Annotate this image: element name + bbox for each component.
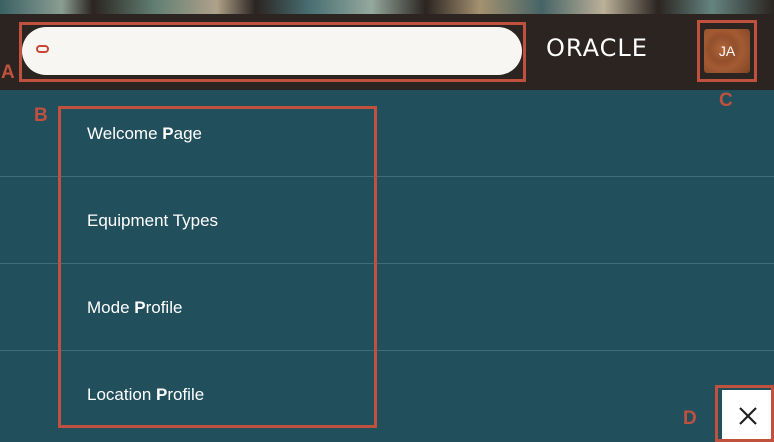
nav-item-mode-profile[interactable]: Mode Profile [0, 264, 774, 351]
user-avatar[interactable]: JA [704, 29, 750, 73]
annotation-label-a: A [1, 62, 15, 83]
search-input[interactable] [62, 35, 506, 69]
close-icon [739, 407, 757, 425]
search-icon [36, 45, 49, 53]
nav-item-label: Welcome Page [87, 124, 202, 143]
close-button[interactable] [722, 390, 774, 442]
oracle-logo: ORACLE [546, 34, 648, 62]
header-bar: ORACLE JA [0, 0, 774, 90]
search-field[interactable] [22, 27, 522, 75]
annotation-label-d: D [683, 408, 697, 429]
navigation-menu: Welcome Page Equipment Types Mode Profil… [0, 90, 774, 438]
nav-item-location-profile[interactable]: Location Profile [0, 351, 774, 438]
annotation-label-c: C [719, 90, 733, 111]
nav-item-label: Equipment Types [87, 211, 219, 230]
nav-item-equipment-types[interactable]: Equipment Types [0, 177, 774, 264]
header-decoration [0, 0, 774, 14]
nav-item-label: Mode Profile [87, 298, 183, 317]
annotation-label-b: B [34, 105, 48, 126]
nav-item-label: Location Profile [87, 385, 205, 404]
nav-item-welcome-page[interactable]: Welcome Page [0, 90, 774, 177]
